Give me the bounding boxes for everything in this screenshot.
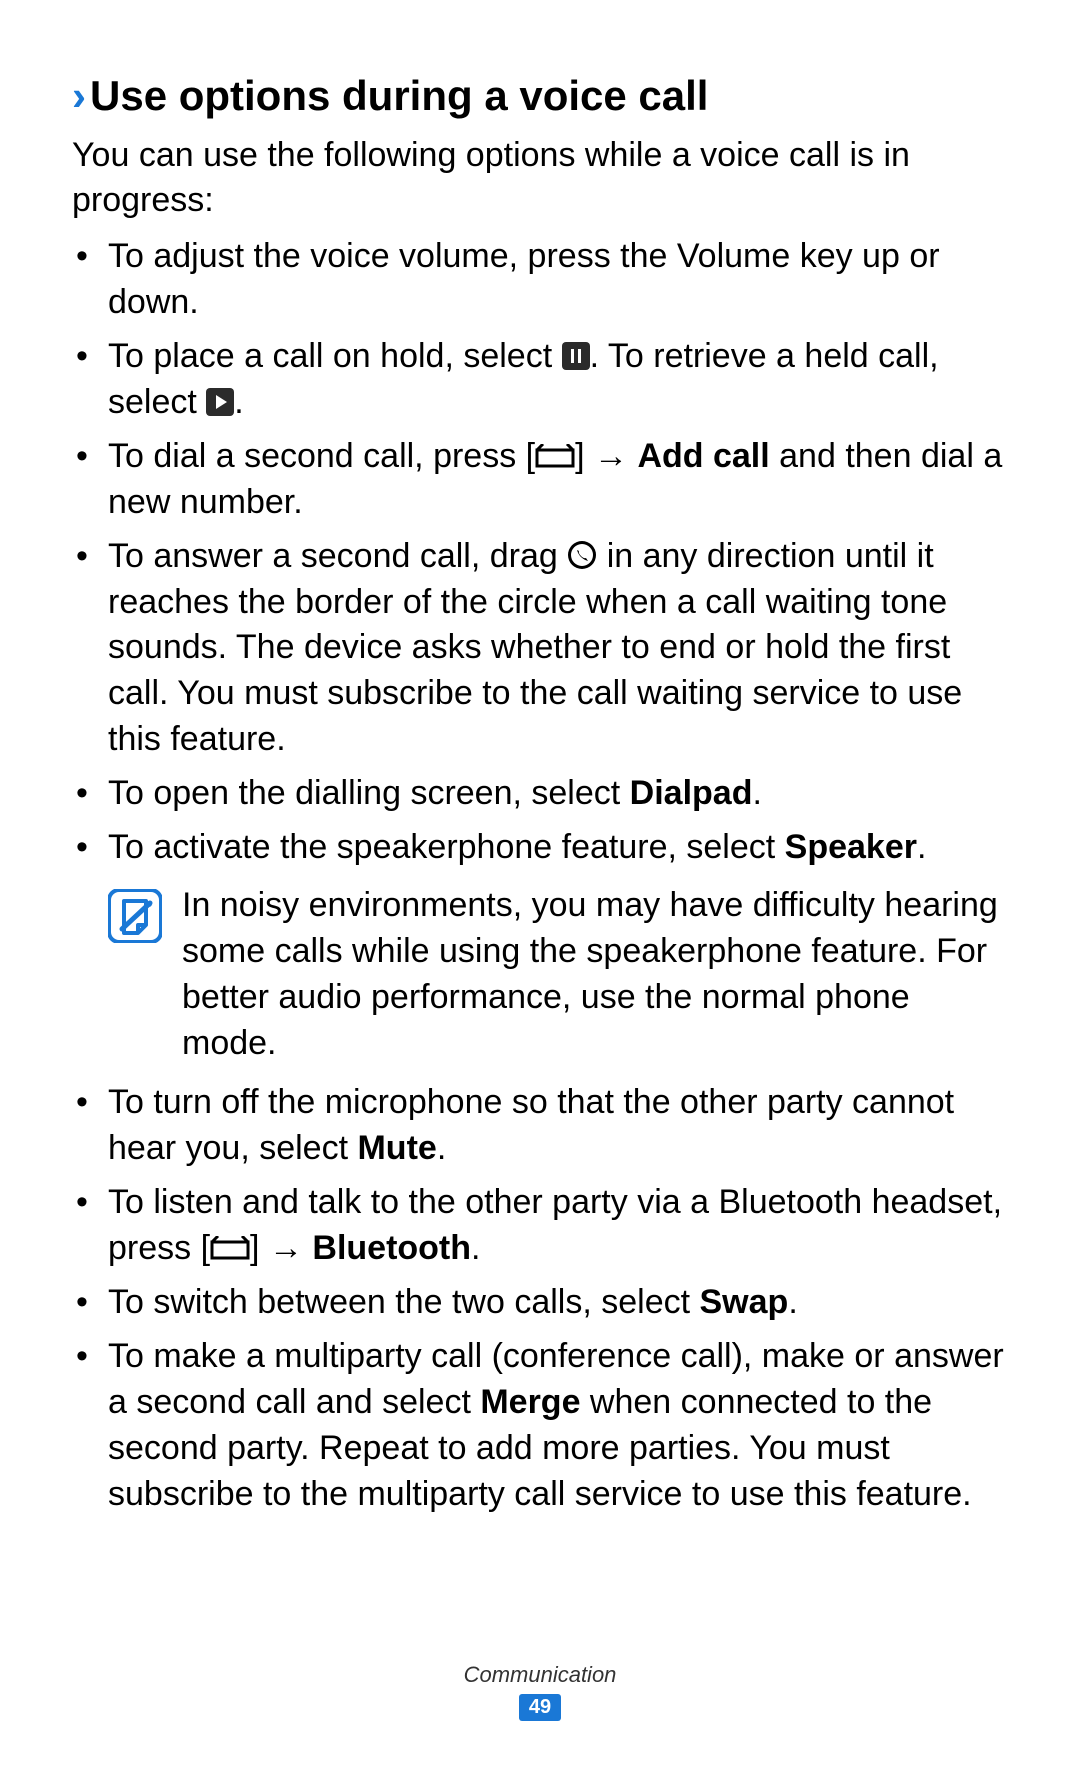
text-part: To turn off the microphone so that the o… (108, 1083, 954, 1167)
bold-add-call: Add call (637, 437, 769, 475)
section-heading: ›Use options during a voice call (72, 70, 1008, 123)
text-part: To open the dialling screen, select (108, 774, 630, 812)
text-part: To activate the speakerphone feature, se… (108, 828, 785, 866)
bullet-speaker: To activate the speakerphone feature, se… (108, 825, 1008, 871)
heading-title: Use options during a voice call (90, 72, 708, 119)
page-footer: Communication 49 (0, 1662, 1080, 1721)
note-icon (108, 889, 162, 948)
footer-section-label: Communication (0, 1662, 1080, 1688)
note-block: In noisy environments, you may have diff… (108, 883, 1008, 1067)
options-list-2: To turn off the microphone so that the o… (72, 1080, 1008, 1517)
text-part: ] → (250, 1229, 312, 1267)
menu-key-icon (535, 444, 575, 470)
bullet-merge: To make a multiparty call (conference ca… (108, 1334, 1008, 1518)
bold-speaker: Speaker (785, 828, 917, 866)
bullet-mute: To turn off the microphone so that the o… (108, 1080, 1008, 1172)
bold-dialpad: Dialpad (630, 774, 753, 812)
text-part: To dial a second call, press [ (108, 437, 535, 475)
bullet-bluetooth: To listen and talk to the other party vi… (108, 1180, 1008, 1272)
text-part: . (917, 828, 926, 866)
text-part: . (234, 383, 243, 421)
bullet-swap: To switch between the two calls, select … (108, 1280, 1008, 1326)
options-list-1: To adjust the voice volume, press the Vo… (72, 234, 1008, 871)
bullet-answer-second: To answer a second call, drag in any dir… (108, 534, 1008, 763)
note-text: In noisy environments, you may have diff… (182, 883, 1008, 1067)
bullet-hold: To place a call on hold, select . To ret… (108, 334, 1008, 426)
pause-icon (562, 342, 590, 370)
bullet-second-call: To dial a second call, press [ ] → Add ca… (108, 434, 1008, 526)
text-part: To answer a second call, drag (108, 537, 567, 575)
text-part: . (471, 1229, 480, 1267)
bullet-dialpad: To open the dialling screen, select Dial… (108, 771, 1008, 817)
bold-merge: Merge (480, 1383, 580, 1421)
bold-mute: Mute (357, 1129, 436, 1167)
bold-bluetooth: Bluetooth (312, 1229, 471, 1267)
bold-swap: Swap (700, 1283, 789, 1321)
text-part: . (437, 1129, 446, 1167)
chevron-icon: › (72, 72, 86, 119)
text-part: ] → (575, 437, 637, 475)
text-part: To switch between the two calls, select (108, 1283, 700, 1321)
call-circle-icon (567, 540, 597, 570)
menu-key-icon (210, 1236, 250, 1262)
manual-page: ›Use options during a voice call You can… (0, 0, 1080, 1517)
intro-text: You can use the following options while … (72, 133, 1008, 225)
page-number-badge: 49 (519, 1694, 561, 1721)
play-icon (206, 388, 234, 416)
bullet-volume: To adjust the voice volume, press the Vo… (108, 234, 1008, 326)
text-part: To place a call on hold, select (108, 337, 562, 375)
text-part: . (752, 774, 761, 812)
text-part: . (788, 1283, 797, 1321)
